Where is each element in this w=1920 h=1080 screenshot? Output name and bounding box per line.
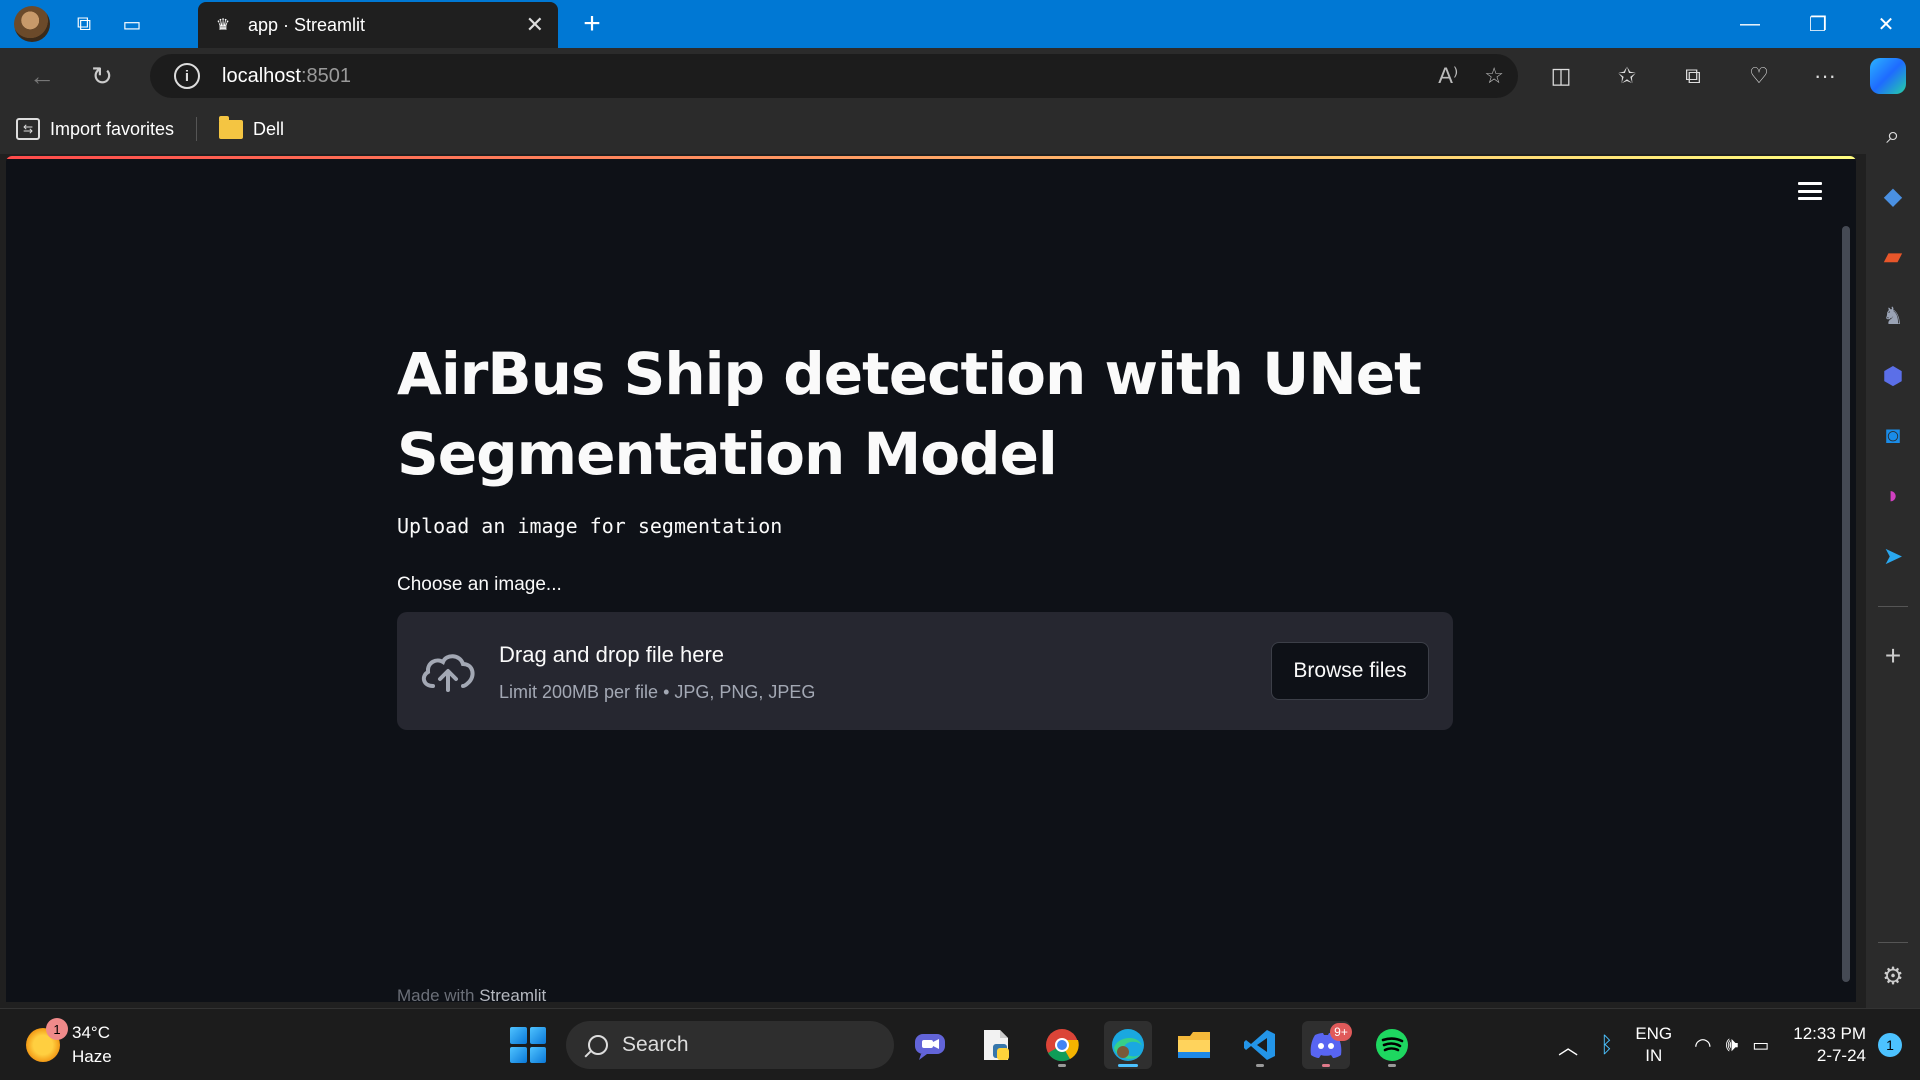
edge-icon — [1112, 1029, 1144, 1061]
tools-briefcase-icon[interactable]: ▰ — [1866, 236, 1920, 276]
dell-folder-link[interactable]: Dell — [219, 115, 284, 140]
streamlit-crown-icon: ♛ — [215, 17, 231, 34]
profile-avatar[interactable] — [14, 6, 50, 42]
split-screen-icon[interactable]: ◫ — [1528, 48, 1594, 104]
temperature: 34°C — [72, 1023, 110, 1042]
browse-files-button[interactable]: Browse files — [1271, 642, 1429, 700]
page-scrollbar[interactable] — [1842, 226, 1850, 982]
main-menu-icon[interactable] — [1798, 182, 1822, 200]
address-bar[interactable]: i localhost:8501 A⁾ ☆ — [150, 54, 1518, 98]
chat-icon — [915, 1034, 945, 1060]
browser-tab-active[interactable]: ♛ app · Streamlit ✕ — [198, 2, 558, 48]
streamlit-header-decoration — [6, 156, 1856, 159]
edge-app[interactable] — [1104, 1021, 1152, 1069]
page-subtitle: Upload an image for segmentation — [397, 514, 783, 538]
copilot-sidebar-icon[interactable]: ⬢ — [1866, 356, 1920, 396]
designer-icon[interactable]: ◗ — [1866, 476, 1920, 516]
file-explorer-app[interactable] — [1170, 1021, 1218, 1069]
spotify-app[interactable] — [1368, 1021, 1416, 1069]
favorite-star-icon[interactable]: ☆ — [1484, 63, 1504, 89]
close-tab-icon[interactable]: ✕ — [526, 12, 544, 38]
uploader-label: Choose an image... — [397, 574, 562, 595]
chevron-up-icon[interactable]: ︿ — [1558, 1031, 1578, 1060]
site-info-icon[interactable]: i — [174, 63, 200, 89]
start-button[interactable] — [510, 1027, 546, 1063]
workspaces-icon[interactable]: ⧉ — [60, 0, 108, 48]
wifi-icon[interactable]: ◠ — [1694, 1033, 1711, 1058]
system-tray: ︿ ᛒ ENG IN ◠ 🕪 ▭ 12:33 PM 2-7-24 1 — [1558, 1009, 1920, 1080]
cloud-upload-icon — [421, 654, 475, 692]
back-button[interactable]: ← — [12, 48, 72, 104]
outlook-icon[interactable]: ◙ — [1866, 416, 1920, 456]
settings-gear-icon[interactable]: ⚙ — [1866, 956, 1920, 996]
copilot-icon[interactable] — [1870, 58, 1906, 94]
add-sidebar-app-icon[interactable]: + — [1866, 636, 1920, 676]
search-icon — [588, 1035, 608, 1055]
footer: Made with Streamlit — [397, 986, 546, 1002]
url-text[interactable]: localhost:8501 — [222, 65, 351, 88]
favorites-icon[interactable]: ✩ — [1594, 48, 1660, 104]
close-window-icon[interactable]: ✕ — [1852, 0, 1920, 48]
shopping-tag-icon[interactable]: ◆ — [1866, 176, 1920, 216]
import-icon: ⇆ — [16, 118, 40, 140]
weather-badge: 1 — [46, 1018, 68, 1040]
streamlit-app-page: AirBus Ship detection with UNet Segmenta… — [6, 156, 1856, 1002]
document-icon — [984, 1030, 1009, 1060]
haze-sun-icon: 1 — [26, 1018, 68, 1062]
games-chess-icon[interactable]: ♞ — [1866, 296, 1920, 336]
collections-icon[interactable]: ⧉ — [1660, 48, 1726, 104]
import-favorites-link[interactable]: ⇆ Import favorites — [16, 118, 174, 140]
dropzone-limit-text: Limit 200MB per file • JPG, PNG, JPEG — [499, 682, 816, 702]
clock[interactable]: 12:33 PM 2-7-24 — [1793, 1023, 1866, 1067]
taskbar-search[interactable]: Search — [566, 1021, 894, 1069]
read-aloud-icon[interactable]: A⁾ — [1438, 63, 1458, 89]
folder-icon — [219, 115, 244, 139]
favorites-divider — [196, 117, 198, 141]
vscode-app[interactable] — [1236, 1021, 1284, 1069]
dropzone-title: Drag and drop file here — [499, 642, 725, 667]
new-tab-button[interactable]: + — [572, 4, 612, 44]
volume-icon[interactable]: 🕪 — [1726, 1034, 1739, 1057]
tab-actions-icon[interactable]: ▭ — [108, 0, 156, 48]
page-title: AirBus Ship detection with UNet Segmenta… — [397, 340, 1422, 488]
chrome-icon — [1046, 1029, 1079, 1062]
edge-sidebar: ⌕ ◆ ▰ ♞ ⬢ ◙ ◗ ➤ + ⚙ — [1866, 104, 1920, 1008]
weather-condition: Haze — [72, 1047, 112, 1066]
restore-icon[interactable]: ❐ — [1784, 0, 1852, 48]
chrome-app[interactable] — [1038, 1021, 1086, 1069]
tab-title: app · Streamlit — [248, 14, 366, 35]
battery-icon[interactable]: ▭ — [1752, 1035, 1769, 1056]
teams-chat-app[interactable] — [906, 1021, 954, 1069]
weather-widget[interactable]: 1 34°C Haze — [26, 1018, 112, 1069]
navigation-bar: ← ↻ i localhost:8501 A⁾ ☆ ◫ ✩ ⧉ ♡ ··· — [0, 48, 1920, 104]
browser-essentials-icon[interactable]: ♡ — [1726, 48, 1792, 104]
favorites-bar: ⇆ Import favorites Dell — [0, 104, 1866, 154]
sidebar-divider — [1878, 606, 1908, 607]
send-icon[interactable]: ➤ — [1866, 536, 1920, 576]
windows-taskbar: 1 34°C Haze Search 9+ ︿ ᛒ ENG IN ◠ 🕪 ▭ 1… — [0, 1008, 1920, 1080]
discord-app[interactable]: 9+ — [1302, 1021, 1352, 1069]
bluetooth-icon[interactable]: ᛒ — [1600, 1032, 1613, 1058]
minimize-icon[interactable]: — — [1716, 0, 1784, 48]
discord-badge: 9+ — [1330, 1023, 1352, 1041]
file-explorer-icon — [1178, 1032, 1210, 1058]
vscode-icon — [1244, 1030, 1275, 1060]
refresh-button[interactable]: ↻ — [72, 48, 132, 104]
more-menu-icon[interactable]: ··· — [1792, 48, 1858, 104]
browser-title-bar: ⧉ ▭ ♛ app · Streamlit ✕ + — ❐ ✕ — [0, 0, 1920, 48]
search-placeholder: Search — [622, 1033, 689, 1056]
spotify-icon — [1376, 1029, 1408, 1061]
search-icon[interactable]: ⌕ — [1866, 116, 1920, 156]
notification-badge[interactable]: 1 — [1878, 1033, 1902, 1057]
sidebar-divider-bottom — [1878, 942, 1908, 943]
window-controls: — ❐ ✕ — [1716, 0, 1920, 48]
file-dropzone[interactable]: Drag and drop file here Limit 200MB per … — [397, 612, 1453, 730]
language-indicator[interactable]: ENG IN — [1635, 1023, 1672, 1067]
streamlit-link[interactable]: Streamlit — [479, 986, 546, 1002]
python-file-app[interactable] — [972, 1021, 1020, 1069]
